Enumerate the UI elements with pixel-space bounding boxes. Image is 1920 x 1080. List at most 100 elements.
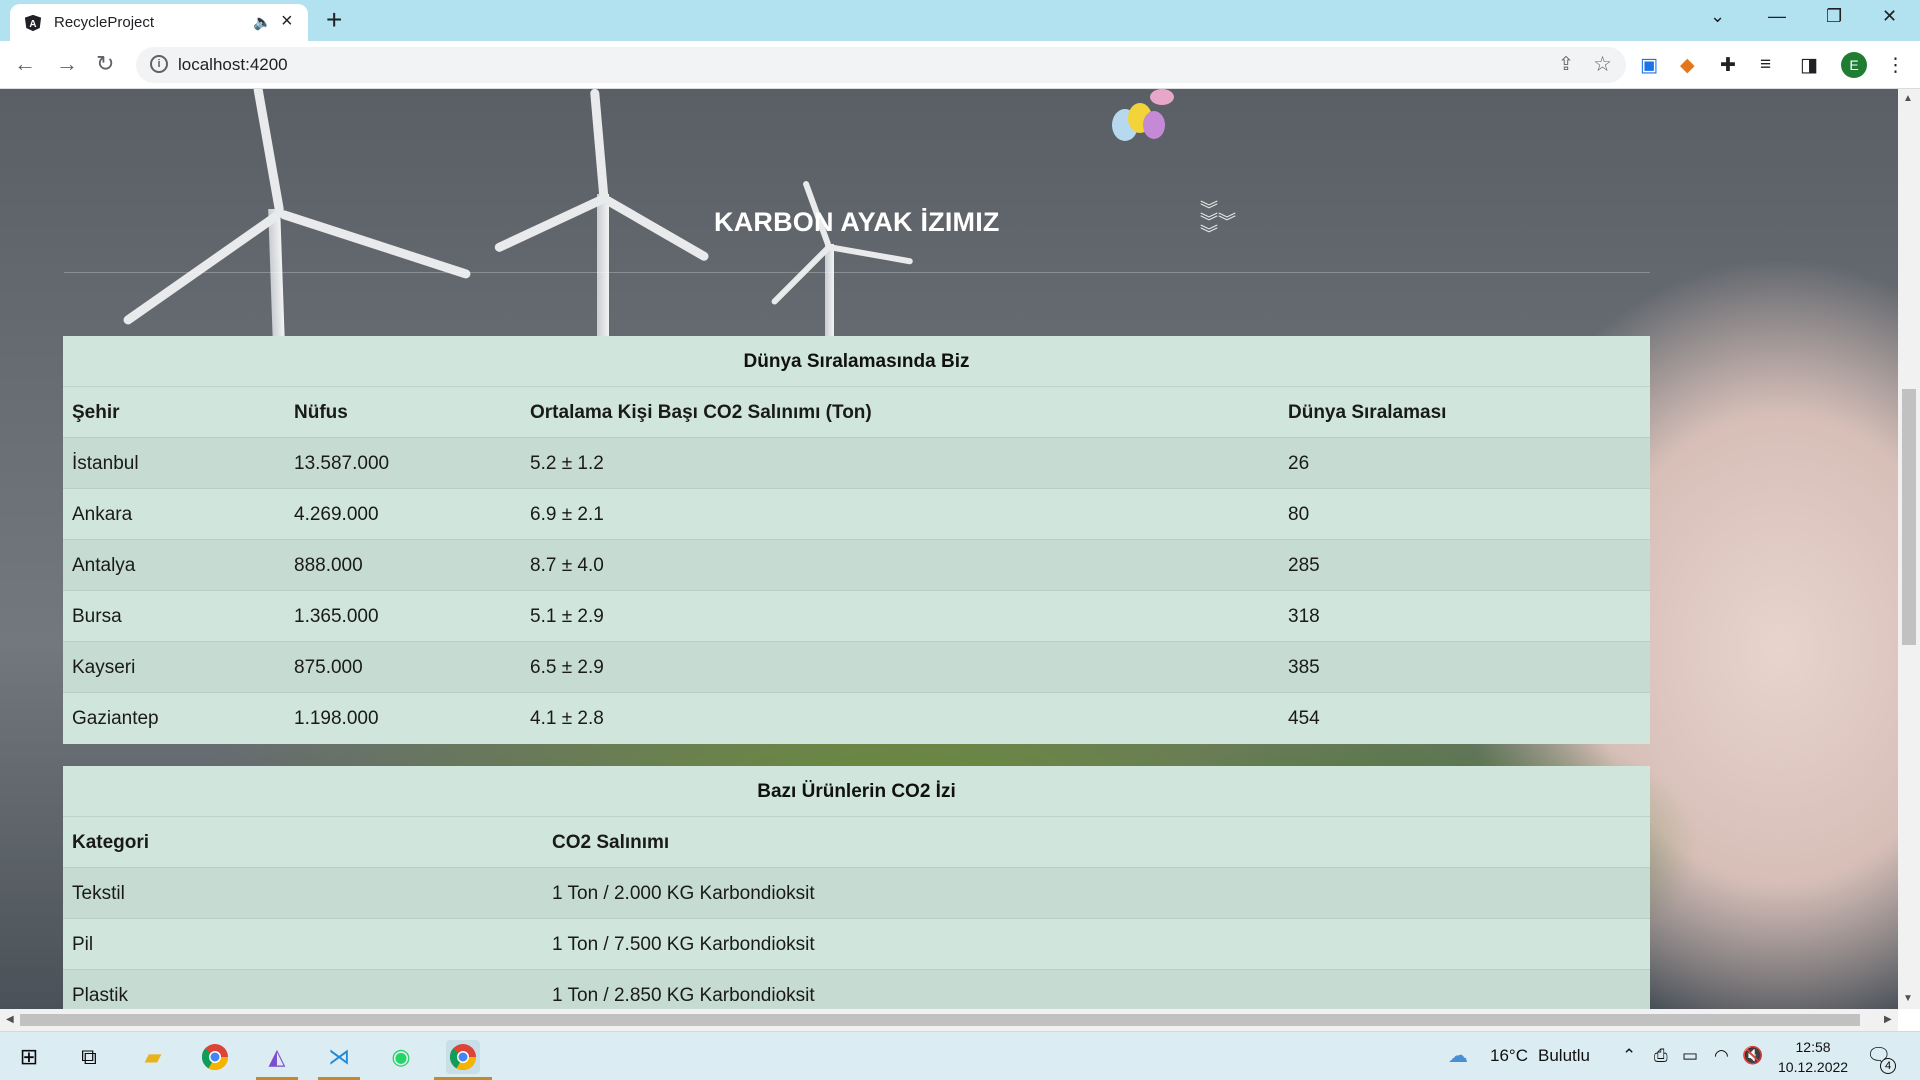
clock-date: 10.12.2022 — [1778, 1059, 1849, 1075]
weather-temperature[interactable]: 16°C — [1490, 1046, 1528, 1066]
table-header-row: Şehir Nüfus Ortalama Kişi Başı CO2 Salın… — [63, 387, 1650, 438]
turbine-blade — [828, 244, 914, 265]
media-control-icon[interactable]: ≡ — [1760, 54, 1771, 76]
table-row: Kayseri 875.000 6.5 ± 2.9 385 — [63, 642, 1650, 693]
vscode-icon[interactable]: ⋊ — [322, 1040, 356, 1074]
clock-time: 12:58 — [1795, 1039, 1831, 1055]
url-text[interactable]: localhost:4200 — [178, 55, 288, 75]
scroll-up-arrow-icon[interactable]: ▲ — [1903, 93, 1913, 104]
side-panel-icon[interactable]: ◨ — [1800, 54, 1818, 77]
tab-strip: A RecycleProject 🔈 × + ⌄ — ❐ ✕ — [0, 0, 1920, 41]
population-cell: 1.198.000 — [294, 708, 379, 729]
close-window-button[interactable]: ✕ — [1882, 6, 1897, 27]
turbine-blade — [601, 194, 711, 263]
cloud-icon[interactable]: ☁ — [1448, 1043, 1468, 1068]
population-cell: 13.587.000 — [294, 453, 390, 474]
meet-now-icon[interactable]: ⎙ — [1654, 1046, 1668, 1066]
co2-cell: 6.9 ± 2.1 — [530, 504, 604, 525]
new-tab-button[interactable]: + — [326, 4, 342, 36]
heading-divider — [64, 272, 1650, 273]
population-cell: 4.269.000 — [294, 504, 379, 525]
chrome-logo-icon — [201, 1044, 229, 1071]
co2-cell: 6.5 ± 2.9 — [530, 657, 604, 678]
audio-playing-icon[interactable]: 🔈 — [253, 13, 272, 31]
file-explorer-icon[interactable]: ▰ — [136, 1040, 170, 1074]
svg-text:A: A — [29, 19, 36, 30]
share-icon[interactable]: ⇪ — [1558, 53, 1574, 76]
weather-condition[interactable]: Bulutlu — [1538, 1046, 1590, 1066]
close-tab-icon[interactable]: × — [281, 10, 293, 33]
rank-cell: 285 — [1288, 555, 1320, 576]
wifi-icon[interactable]: ◠ — [1714, 1046, 1729, 1066]
turbine-blade — [589, 89, 609, 199]
rank-cell: 80 — [1288, 504, 1310, 525]
show-hidden-icons-icon[interactable]: ⌃ — [1622, 1046, 1636, 1066]
chrome-profile-icon[interactable] — [446, 1040, 480, 1074]
table-row: Tekstil 1 Ton / 2.000 KG Karbondioksit — [63, 868, 1650, 919]
co2-cell: 4.1 ± 2.8 — [530, 708, 604, 729]
table-row: Bursa 1.365.000 5.1 ± 2.9 318 — [63, 591, 1650, 642]
horizontal-scroll-thumb[interactable] — [20, 1014, 1860, 1026]
minimize-button[interactable]: — — [1768, 6, 1786, 27]
population-cell: 888.000 — [294, 555, 363, 576]
browser-tab[interactable]: A RecycleProject 🔈 × — [10, 4, 308, 41]
category-cell: Pil — [72, 934, 94, 955]
site-info-icon[interactable]: i — [150, 55, 168, 73]
visual-studio-icon[interactable]: ◭ — [260, 1040, 294, 1074]
product-co2-table: Bazı Ürünlerin CO2 İzi Kategori CO2 Salı… — [63, 766, 1650, 1009]
page-title: KARBON AYAK İZIMIZ — [714, 207, 1000, 237]
tab-search-icon[interactable]: ⌄ — [1710, 6, 1725, 27]
scroll-down-arrow-icon[interactable]: ▼ — [1903, 993, 1913, 1004]
co2-cell: 1 Ton / 2.000 KG Karbondioksit — [552, 883, 815, 904]
column-header: Dünya Sıralaması — [1288, 402, 1447, 423]
turbine-blade — [770, 244, 832, 306]
back-icon[interactable]: ← — [14, 51, 36, 77]
category-cell: Plastik — [72, 985, 128, 1006]
column-header: Şehir — [72, 402, 120, 423]
volume-muted-icon[interactable]: 🔇 — [1742, 1046, 1763, 1066]
forward-icon[interactable]: → — [56, 51, 78, 77]
extensions-puzzle-icon[interactable]: ✚ — [1720, 54, 1736, 77]
battery-icon[interactable]: ▭ — [1682, 1046, 1698, 1066]
reload-icon[interactable]: ↻ — [96, 51, 114, 77]
population-cell: 875.000 — [294, 657, 363, 678]
co2-cell: 8.7 ± 4.0 — [530, 555, 604, 576]
restore-button[interactable]: ❐ — [1826, 6, 1842, 27]
turbine-blade — [252, 89, 285, 215]
chrome-icon[interactable] — [198, 1040, 232, 1074]
notification-count-badge: 4 — [1880, 1058, 1896, 1074]
translate-extension-icon[interactable]: ▣ — [1640, 54, 1658, 77]
metamask-extension-icon[interactable]: ◆ — [1680, 54, 1695, 77]
vertical-scroll-thumb[interactable] — [1902, 389, 1916, 645]
more-menu-icon[interactable]: ⋮ — [1886, 54, 1905, 77]
profile-avatar[interactable]: E — [1841, 52, 1867, 78]
scroll-left-arrow-icon[interactable]: ◀ — [6, 1014, 14, 1025]
city-cell: Ankara — [72, 504, 133, 525]
column-header: CO2 Salınımı — [552, 832, 670, 853]
tab-title: RecycleProject — [54, 14, 155, 31]
population-cell: 1.365.000 — [294, 606, 379, 627]
rank-cell: 454 — [1288, 708, 1320, 729]
vertical-scrollbar[interactable]: ▲ ▼ — [1898, 89, 1920, 1009]
city-ranking-table: Dünya Sıralamasında Biz Şehir Nüfus Orta… — [63, 336, 1650, 744]
bookmark-star-icon[interactable]: ☆ — [1593, 52, 1612, 77]
system-clock[interactable]: 12:58 10.12.2022 — [1778, 1037, 1848, 1077]
city-cell: Antalya — [72, 555, 136, 576]
task-view-icon[interactable]: ⧉ — [72, 1040, 106, 1074]
rank-cell: 318 — [1288, 606, 1320, 627]
horizontal-scrollbar[interactable]: ◀ ▶ — [0, 1009, 1898, 1031]
scroll-right-arrow-icon[interactable]: ▶ — [1884, 1014, 1892, 1025]
table-row: İstanbul 13.587.000 5.2 ± 1.2 26 — [63, 438, 1650, 489]
balloon — [1143, 111, 1165, 139]
table-row: Plastik 1 Ton / 2.850 KG Karbondioksit — [63, 970, 1650, 1009]
rank-cell: 26 — [1288, 453, 1310, 474]
rank-cell: 385 — [1288, 657, 1320, 678]
whatsapp-icon[interactable]: ◉ — [384, 1040, 418, 1074]
co2-cell: 5.1 ± 2.9 — [530, 606, 604, 627]
table-header-row: Kategori CO2 Salınımı — [63, 817, 1650, 868]
column-header: Ortalama Kişi Başı CO2 Salınımı (Ton) — [530, 402, 872, 423]
windows-start-icon[interactable]: ⊞ — [12, 1040, 46, 1074]
chrome-logo-icon — [449, 1044, 477, 1071]
address-bar[interactable]: i localhost:4200 ⇪ ☆ — [136, 47, 1626, 83]
city-cell: Bursa — [72, 606, 122, 627]
